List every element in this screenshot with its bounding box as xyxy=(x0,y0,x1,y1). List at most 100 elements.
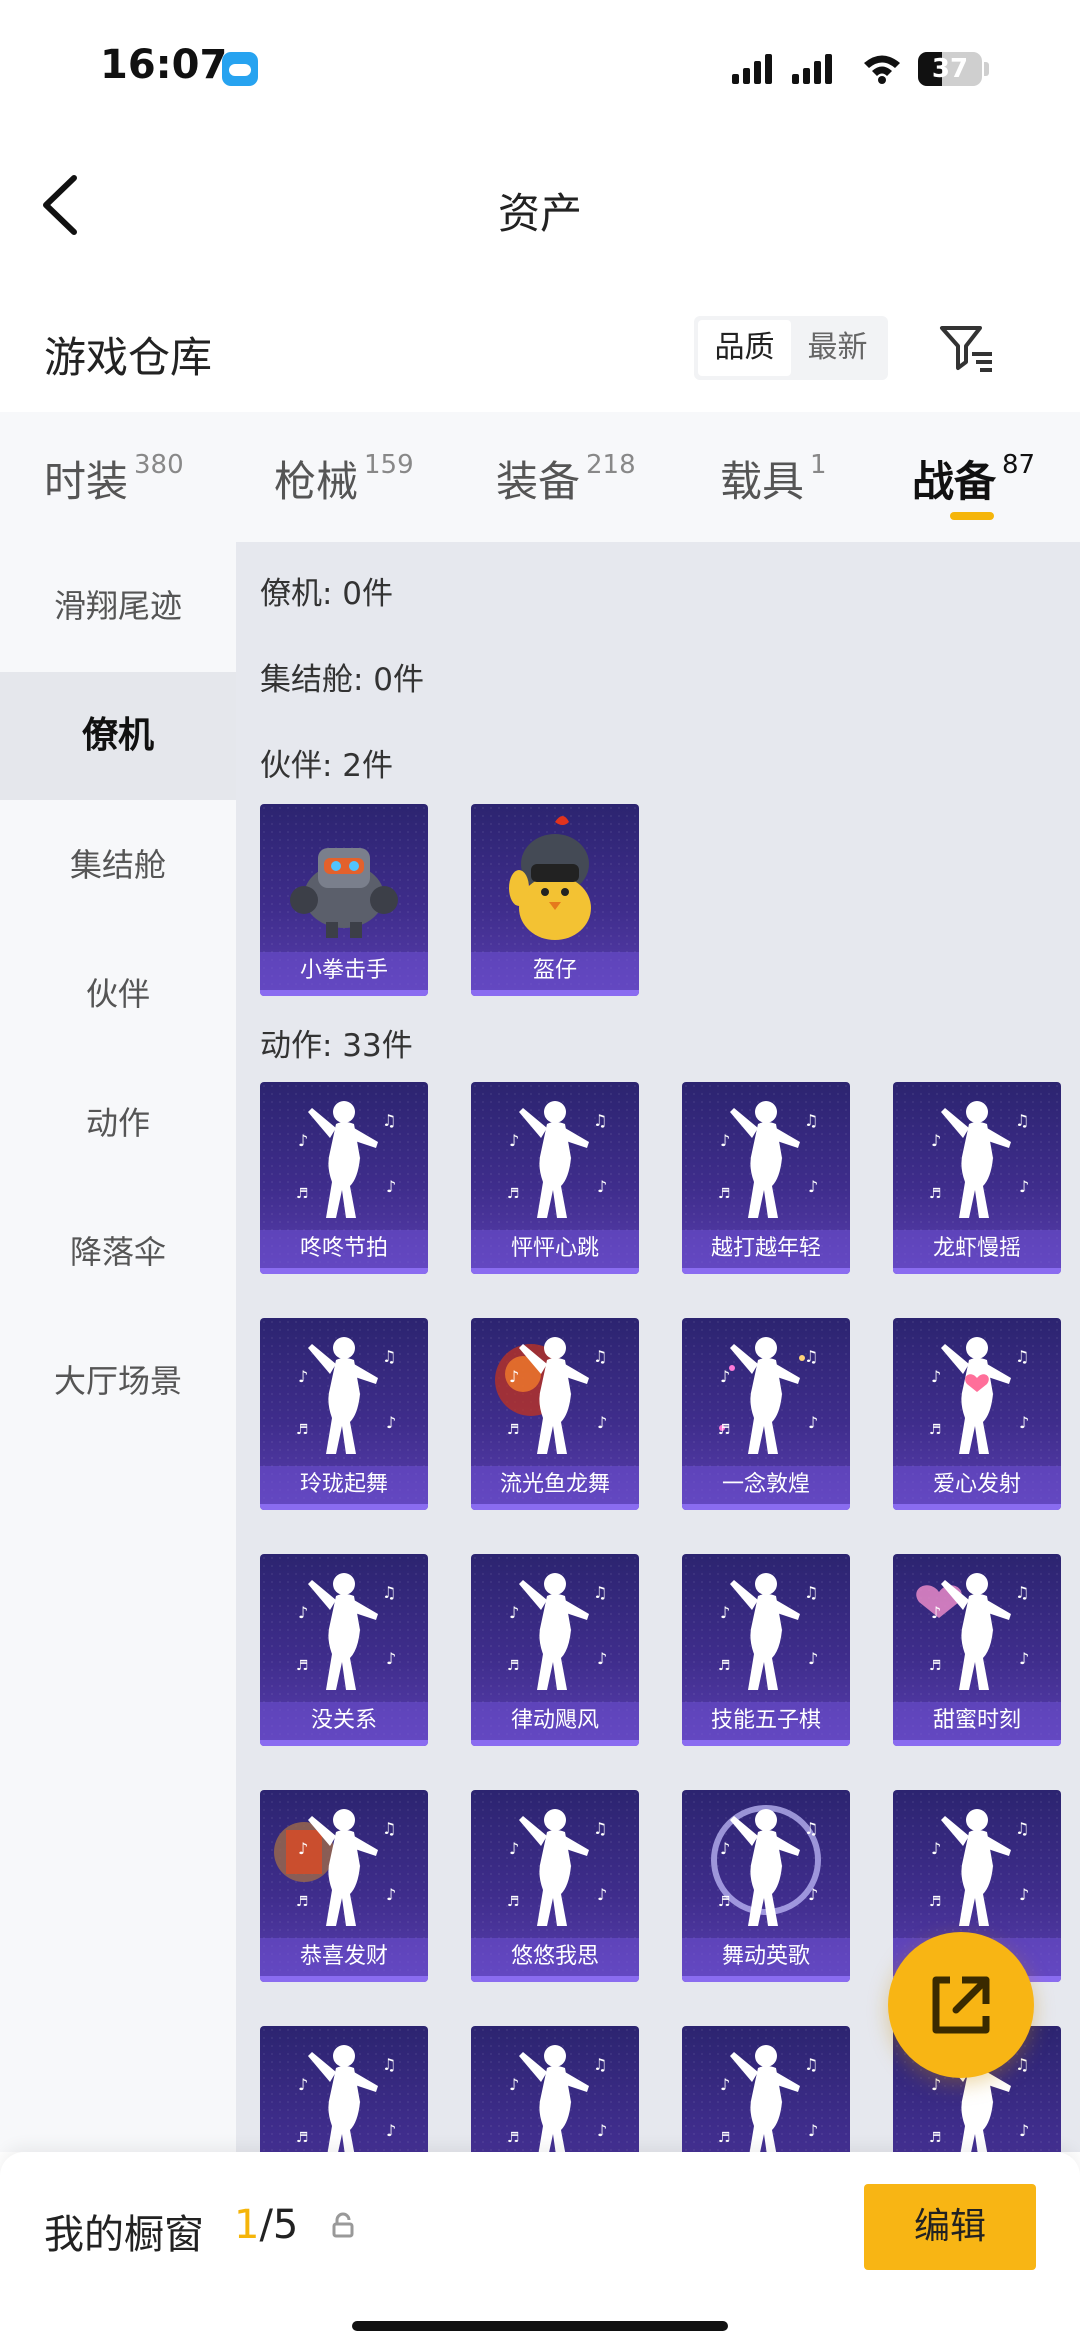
dancer-silhouette-icon xyxy=(929,1101,1030,1218)
section-header-assembly-pod: 集结舱: 0件 xyxy=(260,662,425,698)
sidebar-item-actions[interactable]: 动作 xyxy=(0,1059,236,1187)
sidebar-item-parachute[interactable]: 降落伞 xyxy=(0,1188,236,1316)
action-card[interactable]: 恭喜发财 xyxy=(260,1790,428,1982)
heart-dancer-icon xyxy=(916,1573,1030,1690)
item-name: 悠悠我思 xyxy=(471,1938,639,1976)
action-card[interactable]: 一念敦煌 xyxy=(682,1318,850,1510)
dancer-silhouette-icon xyxy=(718,1101,819,1218)
card-rarity-bar xyxy=(260,990,428,996)
tab-label: 装备 xyxy=(496,457,581,506)
tab-label: 时装 xyxy=(44,457,129,506)
card-rarity-bar xyxy=(260,1504,428,1510)
showcase-current: 1 xyxy=(234,2202,260,2248)
card-rarity-bar xyxy=(682,1268,850,1274)
edit-button[interactable]: 编辑 xyxy=(864,2184,1036,2270)
partner-card[interactable]: 盔仔 xyxy=(471,804,639,996)
sidebar-item-partners[interactable]: 伙伴 xyxy=(0,930,236,1058)
action-card[interactable]: 龙虾慢摇 xyxy=(893,1082,1061,1274)
tab-vehicles[interactable]: 载具 1 xyxy=(720,448,827,509)
card-rarity-bar xyxy=(471,990,639,996)
action-card[interactable] xyxy=(260,2026,428,2152)
item-name: 小拳击手 xyxy=(260,952,428,990)
tab-fashion[interactable]: 时装 380 xyxy=(44,448,184,509)
showcase-count: 1/5 xyxy=(234,2202,298,2248)
action-card[interactable]: 悠悠我思 xyxy=(471,1790,639,1982)
item-name: 爱心发射 xyxy=(893,1466,1061,1504)
page-title: 资产 xyxy=(497,189,582,238)
card-rarity-bar xyxy=(893,1740,1061,1746)
action-card[interactable] xyxy=(682,2026,850,2152)
share-button[interactable] xyxy=(888,1932,1034,2078)
item-name: 咚咚节拍 xyxy=(260,1230,428,1268)
sidebar-item-wingman[interactable]: 僚机 xyxy=(0,672,236,800)
sidebar-item-assembly-pod[interactable]: 集结舱 xyxy=(0,801,236,929)
action-card[interactable]: 咚咚节拍 xyxy=(260,1082,428,1274)
showcase-total: /5 xyxy=(259,2202,299,2248)
action-card[interactable]: 玲珑起舞 xyxy=(260,1318,428,1510)
item-name: 一念敦煌 xyxy=(682,1466,850,1504)
nav-bar: 资产 xyxy=(0,140,1080,270)
helmet-chick-image xyxy=(509,816,591,940)
category-tabs: 时装 380 枪械 159 装备 218 载具 1 战备 87 xyxy=(0,412,1080,542)
sidebar: 滑翔尾迹 僚机 集结舱 伙伴 动作 降落伞 大厅场景 xyxy=(0,542,236,2152)
item-name: 龙虾慢摇 xyxy=(893,1230,1061,1268)
sparkle-dancer-icon xyxy=(718,1337,819,1454)
action-card[interactable]: 流光鱼龙舞 xyxy=(471,1318,639,1510)
wifi-icon xyxy=(864,55,900,84)
dancer-silhouette-icon xyxy=(507,1573,608,1690)
tab-label: 载具 xyxy=(720,457,805,506)
section-header-actions: 动作: 33件 xyxy=(260,1028,413,1064)
boxer-robot-image xyxy=(290,848,398,938)
heart-dancer-icon xyxy=(929,1337,1030,1454)
showcase-label: 我的橱窗 xyxy=(44,2212,204,2258)
action-card[interactable]: 律动飓风 xyxy=(471,1554,639,1746)
card-rarity-bar xyxy=(260,1268,428,1274)
sort-quality-button[interactable]: 品质 xyxy=(698,320,791,376)
action-card[interactable] xyxy=(471,2026,639,2152)
dancer-silhouette-icon xyxy=(718,2045,819,2152)
action-card[interactable]: 怦怦心跳 xyxy=(471,1082,639,1274)
tab-label: 枪械 xyxy=(274,457,359,506)
tab-gear[interactable]: 战备 87 xyxy=(912,448,1035,509)
sidebar-item-glide-trail[interactable]: 滑翔尾迹 xyxy=(0,542,236,670)
card-rarity-bar xyxy=(471,1268,639,1274)
item-name: 盔仔 xyxy=(471,952,639,990)
tab-weapons[interactable]: 枪械 159 xyxy=(274,448,414,509)
item-name: 流光鱼龙舞 xyxy=(471,1466,639,1504)
action-card[interactable]: 甜蜜时刻 xyxy=(893,1554,1061,1746)
card-rarity-bar xyxy=(893,1268,1061,1274)
tab-equipment[interactable]: 装备 218 xyxy=(496,448,636,509)
action-card[interactable]: 没关系 xyxy=(260,1554,428,1746)
item-name: 技能五子棋 xyxy=(682,1702,850,1740)
tab-count: 218 xyxy=(586,450,636,480)
card-rarity-bar xyxy=(471,1740,639,1746)
bubble-dancer-icon xyxy=(711,1805,821,1926)
filter-icon[interactable] xyxy=(936,318,996,378)
section-header-partners: 伙伴: 2件 xyxy=(260,748,394,784)
action-card[interactable]: 越打越年轻 xyxy=(682,1082,850,1274)
dancer-silhouette-icon xyxy=(507,2045,608,2152)
card-rarity-bar xyxy=(260,1740,428,1746)
card-rarity-bar xyxy=(682,1740,850,1746)
dancer-silhouette-icon xyxy=(296,2045,397,2152)
card-rarity-bar xyxy=(682,1504,850,1510)
status-bar: 16:07 37 xyxy=(0,0,1080,140)
lock-icon xyxy=(332,2212,354,2238)
action-card[interactable]: 爱心发射 xyxy=(893,1318,1061,1510)
status-time: 16:07 xyxy=(100,42,228,88)
action-card[interactable]: 技能五子棋 xyxy=(682,1554,850,1746)
battery-icon: 37 xyxy=(918,52,982,86)
external-link-icon xyxy=(932,1976,990,2034)
battery-cap xyxy=(984,62,989,76)
item-name: 越打越年轻 xyxy=(682,1230,850,1268)
signal-icon-2 xyxy=(792,52,842,84)
sort-latest-button[interactable]: 最新 xyxy=(791,320,884,376)
action-card[interactable]: 舞动英歌 xyxy=(682,1790,850,1982)
card-rarity-bar xyxy=(682,1976,850,1982)
tab-label: 战备 xyxy=(912,457,997,506)
dancer-silhouette-icon xyxy=(296,1101,397,1218)
item-list[interactable]: 僚机: 0件 集结舱: 0件 伙伴: 2件 小拳击手 盔仔 动作: 33件 咚咚… xyxy=(236,542,1080,2152)
partner-card[interactable]: 小拳击手 xyxy=(260,804,428,996)
sidebar-item-lobby-scene[interactable]: 大厅场景 xyxy=(0,1317,236,1445)
card-rarity-bar xyxy=(260,1976,428,1982)
